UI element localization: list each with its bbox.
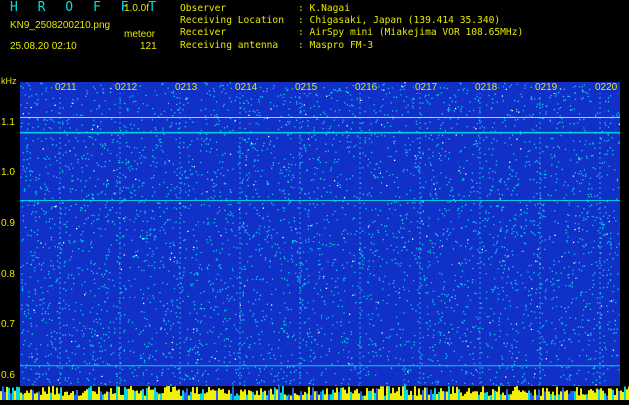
info-row-antenna: Receiving antenna: Maspro FM-3	[180, 40, 523, 52]
info-key: Receiver	[180, 27, 298, 39]
bottom-strip	[0, 386, 629, 400]
spectrogram-plot	[20, 82, 620, 386]
time-tick-label: 0212	[114, 82, 138, 93]
y-tick-label: 0.9	[1, 218, 15, 229]
info-value: : Maspro FM-3	[298, 40, 373, 51]
time-tick-label: 0213	[174, 82, 198, 93]
info-value: : K.Nagai	[298, 3, 350, 14]
spectrogram-svg	[20, 82, 620, 386]
time-tick-label: 0219	[534, 82, 558, 93]
time-tick-label: 0214	[234, 82, 258, 93]
y-tick-label: 1.0	[1, 167, 15, 178]
count-label: 121	[140, 41, 157, 52]
info-block: Observer: K.Nagai Receiving Location: Ch…	[180, 3, 523, 52]
y-tick-label: 0.7	[1, 319, 15, 330]
filename-label: KN9_2508200210.png	[10, 20, 110, 31]
info-key: Observer	[180, 3, 298, 15]
noise-layer	[20, 82, 620, 386]
datetime-label: 25.08.20 02:10	[10, 41, 77, 52]
info-value: : AirSpy mini (Miakejima VOR 108.65MHz)	[298, 27, 523, 38]
info-key: Receiving Location	[180, 15, 298, 27]
time-tick-label: 0220	[594, 82, 618, 93]
time-tick-label: 0218	[474, 82, 498, 93]
time-tick-label: 0215	[294, 82, 318, 93]
info-value: : Chigasaki, Japan (139.414 35.340)	[298, 15, 500, 26]
intensity-strip	[0, 386, 629, 400]
version-label: 1.0.0f	[124, 3, 149, 14]
info-key: Receiving antenna	[180, 40, 298, 52]
time-tick-label: 0217	[414, 82, 438, 93]
y-tick-label: 0.8	[1, 269, 15, 280]
bottom-strip-svg	[0, 386, 629, 400]
info-row-location: Receiving Location: Chigasaki, Japan (13…	[180, 15, 523, 27]
header-panel: H R O F F T 1.0.0f KN9_2508200210.png me…	[0, 0, 629, 82]
y-tick-label: 1.1	[1, 117, 15, 128]
time-tick-label: 0211	[54, 82, 78, 93]
mode-label: meteor	[124, 29, 155, 40]
time-tick-label: 0216	[354, 82, 378, 93]
y-axis-unit: kHz	[1, 76, 17, 86]
info-row-observer: Observer: K.Nagai	[180, 3, 523, 15]
info-row-receiver: Receiver: AirSpy mini (Miakejima VOR 108…	[180, 27, 523, 39]
y-tick-label: 0.6	[1, 370, 15, 381]
